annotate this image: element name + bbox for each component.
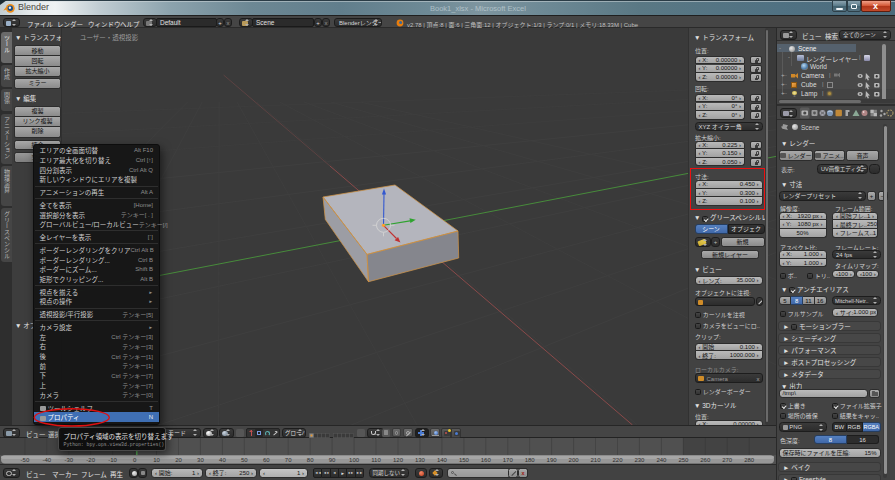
svg-text:10: 10 (153, 457, 160, 463)
svg-text:240: 240 (656, 457, 667, 463)
svg-text:220: 220 (612, 457, 623, 463)
svg-text:130: 130 (415, 457, 426, 463)
svg-text:230: 230 (634, 457, 645, 463)
svg-text:250: 250 (678, 457, 689, 463)
svg-text:90: 90 (329, 457, 336, 463)
svg-text:200: 200 (569, 457, 580, 463)
svg-text:100: 100 (349, 457, 360, 463)
svg-text:80: 80 (307, 457, 314, 463)
svg-text:-30: -30 (64, 457, 73, 463)
svg-text:60: 60 (263, 457, 270, 463)
svg-text:210: 210 (590, 457, 601, 463)
svg-text:270: 270 (722, 457, 733, 463)
svg-text:-50: -50 (21, 457, 30, 463)
svg-text:190: 190 (547, 457, 558, 463)
svg-text:140: 140 (437, 457, 448, 463)
svg-text:-40: -40 (42, 457, 51, 463)
svg-text:150: 150 (459, 457, 470, 463)
svg-text:40: 40 (219, 457, 226, 463)
svg-text:30: 30 (197, 457, 204, 463)
svg-text:-20: -20 (86, 457, 95, 463)
svg-text:-10: -10 (108, 457, 117, 463)
svg-text:170: 170 (503, 457, 514, 463)
svg-text:110: 110 (371, 457, 381, 463)
svg-text:20: 20 (175, 457, 182, 463)
svg-text:160: 160 (481, 457, 492, 463)
svg-text:70: 70 (285, 457, 292, 463)
svg-text:260: 260 (700, 457, 711, 463)
svg-text:280: 280 (744, 457, 755, 463)
svg-text:50: 50 (241, 457, 248, 463)
svg-text:180: 180 (525, 457, 536, 463)
svg-text:120: 120 (393, 457, 404, 463)
